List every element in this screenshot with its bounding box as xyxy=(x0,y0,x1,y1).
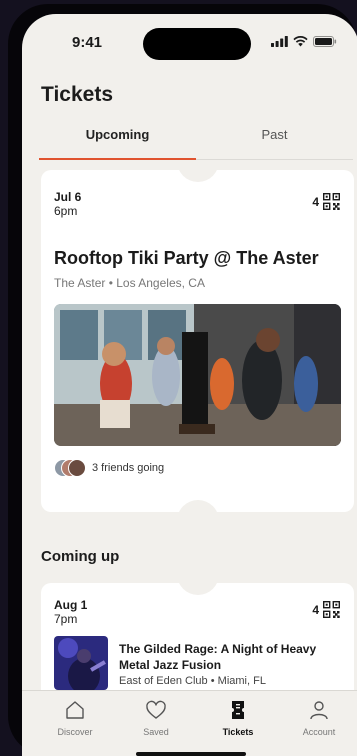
friends-going-text: 3 friends going xyxy=(92,462,165,474)
venue-separator: • xyxy=(210,675,218,687)
tab-discover[interactable]: Discover xyxy=(41,699,109,737)
event-city: Miami, FL xyxy=(217,675,266,687)
home-icon xyxy=(66,701,84,719)
ticket-quantity-value: 4 xyxy=(312,602,319,617)
bottom-tab-bar: Discover Saved Tickets Account xyxy=(22,690,357,756)
ticket-notch-top xyxy=(177,160,219,182)
person-icon xyxy=(310,701,328,720)
qr-code-icon xyxy=(323,601,340,618)
wifi-icon xyxy=(293,36,308,47)
app-screen: 9:41 Tickets Upcoming Past Jul 6 6pm 4 R… xyxy=(22,14,357,756)
status-time: 9:41 xyxy=(72,34,103,51)
upcoming-ticket-card[interactable]: Aug 1 7pm 4 The Gilded Rage: A Night of … xyxy=(41,583,354,703)
featured-ticket-card[interactable]: Jul 6 6pm 4 Rooftop Tiki Party @ The Ast… xyxy=(41,160,354,522)
event-venue: The Aster • Los Angeles, CA xyxy=(54,276,205,290)
signal-icon xyxy=(271,36,288,47)
ticket-date: Jul 6 xyxy=(54,190,82,204)
status-icons xyxy=(271,36,337,47)
ticket-time: 7pm xyxy=(54,612,78,626)
ticket-quantity[interactable]: 4 xyxy=(312,193,340,210)
ticket-notch-top xyxy=(177,583,219,595)
event-title: Rooftop Tiki Party @ The Aster xyxy=(54,248,319,268)
tab-account[interactable]: Account xyxy=(285,699,353,737)
battery-icon xyxy=(313,36,337,47)
friends-going[interactable]: 3 friends going xyxy=(54,459,164,477)
tab-label: Account xyxy=(302,727,336,737)
ticket-time: 6pm xyxy=(54,204,78,218)
ticket-date: Aug 1 xyxy=(54,598,88,612)
event-venue: East of Eden Club • Miami, FL xyxy=(119,675,266,687)
tab-label: Discover xyxy=(57,727,93,737)
home-indicator xyxy=(136,752,246,756)
event-venue-name: East of Eden Club xyxy=(119,675,208,687)
heart-icon xyxy=(146,700,166,719)
phone-frame: 9:41 Tickets Upcoming Past Jul 6 6pm 4 R… xyxy=(8,4,357,756)
ticket-quantity-value: 4 xyxy=(312,194,319,209)
qr-code-icon xyxy=(323,193,340,210)
tab-tickets[interactable]: Tickets xyxy=(204,699,272,737)
event-photo xyxy=(54,304,341,446)
tab-label: Saved xyxy=(143,727,169,737)
tab-past[interactable]: Past xyxy=(196,127,353,142)
active-tab-indicator xyxy=(39,158,196,160)
ticket-icon xyxy=(232,701,244,719)
tab-saved[interactable]: Saved xyxy=(122,699,190,737)
event-title: The Gilded Rage: A Night of Heavy Metal … xyxy=(119,642,317,672)
page-title: Tickets xyxy=(41,83,113,106)
ticket-quantity[interactable]: 4 xyxy=(312,601,340,618)
tab-bar-top: Upcoming Past xyxy=(39,126,353,160)
friend-avatars xyxy=(54,459,86,477)
ticket-notch-bottom xyxy=(177,500,219,522)
section-title-coming-up: Coming up xyxy=(41,548,120,565)
tab-label: Tickets xyxy=(222,727,254,737)
tab-upcoming[interactable]: Upcoming xyxy=(39,127,196,142)
avatar xyxy=(68,459,86,477)
dynamic-island xyxy=(143,28,251,60)
event-thumbnail xyxy=(54,636,108,690)
